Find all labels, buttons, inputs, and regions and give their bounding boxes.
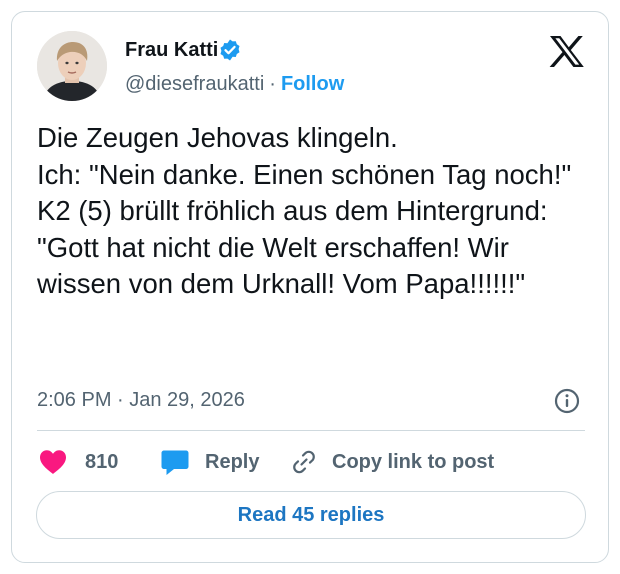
avatar[interactable] (37, 31, 107, 101)
divider (37, 430, 585, 431)
handle-row: @diesefraukatti · Follow (125, 72, 344, 96)
x-logo-icon[interactable] (549, 35, 585, 68)
verified-badge-icon (220, 39, 240, 61)
tweet-text: Die Zeugen Jehovas klingeln. Ich: "Nein … (37, 122, 572, 299)
reply-button[interactable]: Reply (161, 447, 259, 477)
follow-link[interactable]: Follow (281, 73, 344, 95)
read-replies-button[interactable]: Read 45 replies (36, 491, 586, 539)
like-count: 810 (85, 450, 119, 473)
reply-label: Reply (205, 450, 260, 473)
speech-bubble-icon (161, 450, 189, 475)
heart-icon (40, 450, 66, 474)
like-button[interactable]: 810 (39, 447, 118, 477)
copy-link-button[interactable]: Copy link to post (290, 447, 494, 477)
copy-link-label: Copy link to post (332, 450, 495, 473)
avatar-image (37, 31, 107, 101)
handle[interactable]: @diesefraukatti (125, 73, 264, 95)
timestamp[interactable]: 2:06 PM · Jan 29, 2026 (37, 388, 245, 412)
display-name[interactable]: Frau Katti (125, 38, 218, 62)
tweet-card: Frau Katti @diesefraukatti · Follow Die Ze… (11, 11, 609, 563)
separator-dot: · (269, 73, 276, 95)
info-icon[interactable] (554, 388, 580, 414)
link-icon (293, 450, 315, 474)
